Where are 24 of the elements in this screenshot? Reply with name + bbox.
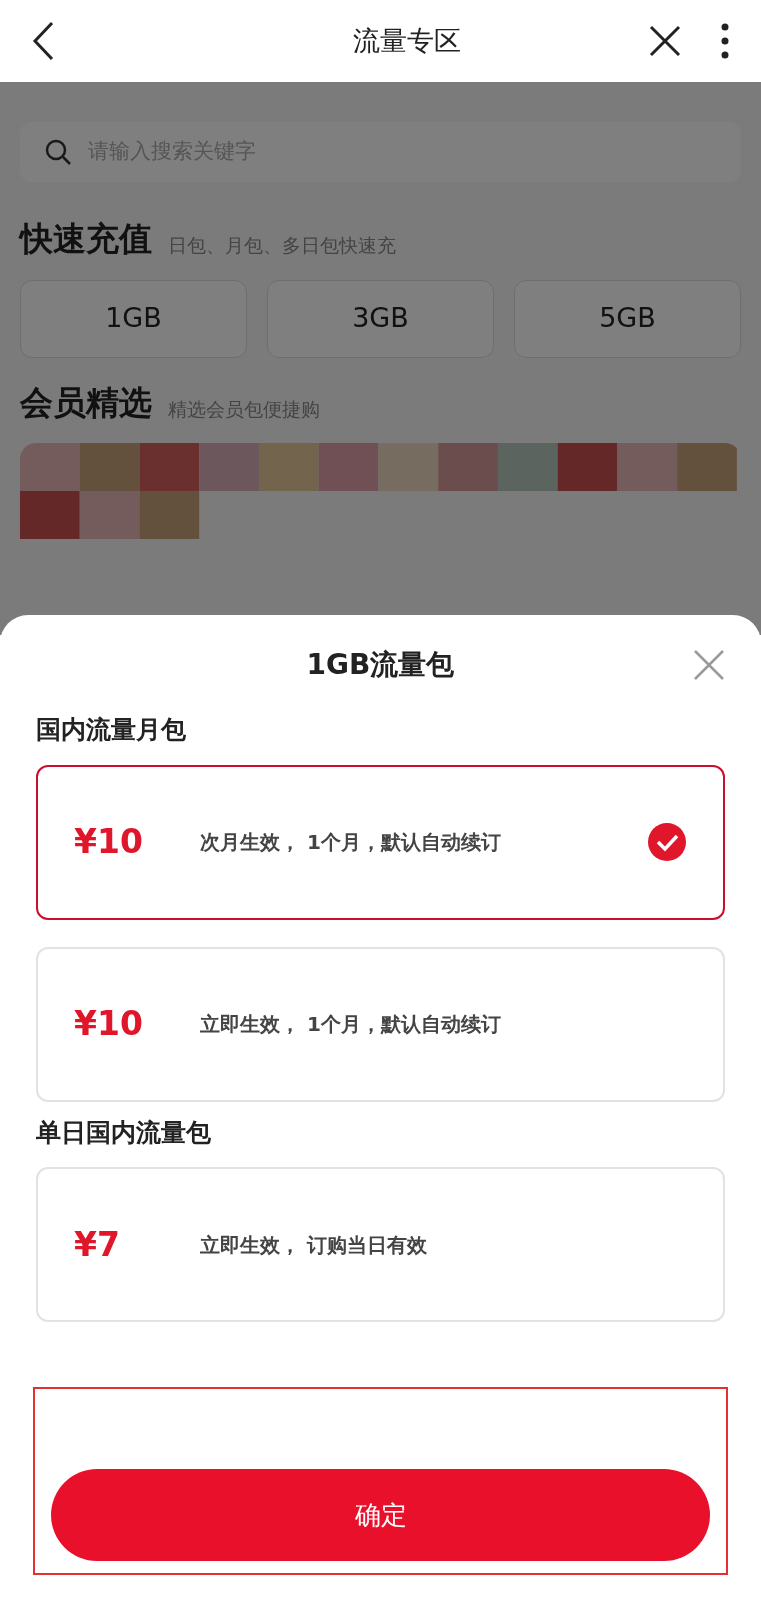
data-option-button[interactable]: 3GB	[267, 279, 494, 358]
section-title: 会员精选	[20, 381, 152, 424]
confirm-button[interactable]: 确定	[51, 1469, 710, 1561]
close-icon[interactable]	[649, 25, 681, 57]
plan-price: ¥7	[74, 1223, 121, 1266]
search-icon	[44, 138, 72, 166]
more-icon[interactable]	[721, 23, 729, 59]
group-title: 国内流量月包	[36, 714, 187, 746]
data-option-button[interactable]: 5GB	[514, 279, 741, 358]
data-option-button[interactable]: 1GB	[20, 279, 247, 358]
sheet-title: 1GB流量包	[306, 647, 455, 683]
plan-card[interactable]: ¥7 立即生效， 订购当日有效	[36, 1167, 725, 1322]
plan-price: ¥10	[74, 1003, 144, 1046]
back-icon[interactable]	[32, 21, 54, 61]
plan-description: 立即生效， 订购当日有效	[200, 1231, 428, 1259]
page-title: 流量专区	[352, 23, 461, 58]
plan-card[interactable]: ¥10 立即生效， 1个月，默认自动续订	[36, 946, 725, 1102]
group-title: 单日国内流量包	[36, 1116, 212, 1149]
plan-description: 立即生效， 1个月，默认自动续订	[200, 1011, 502, 1038]
section-title: 快速充值	[20, 218, 152, 260]
plan-description: 次月生效， 1个月，默认自动续订	[200, 829, 502, 856]
plan-price: ¥10	[74, 821, 144, 864]
check-icon	[647, 822, 687, 862]
plan-card[interactable]: ¥10 次月生效， 1个月，默认自动续订	[36, 764, 725, 920]
